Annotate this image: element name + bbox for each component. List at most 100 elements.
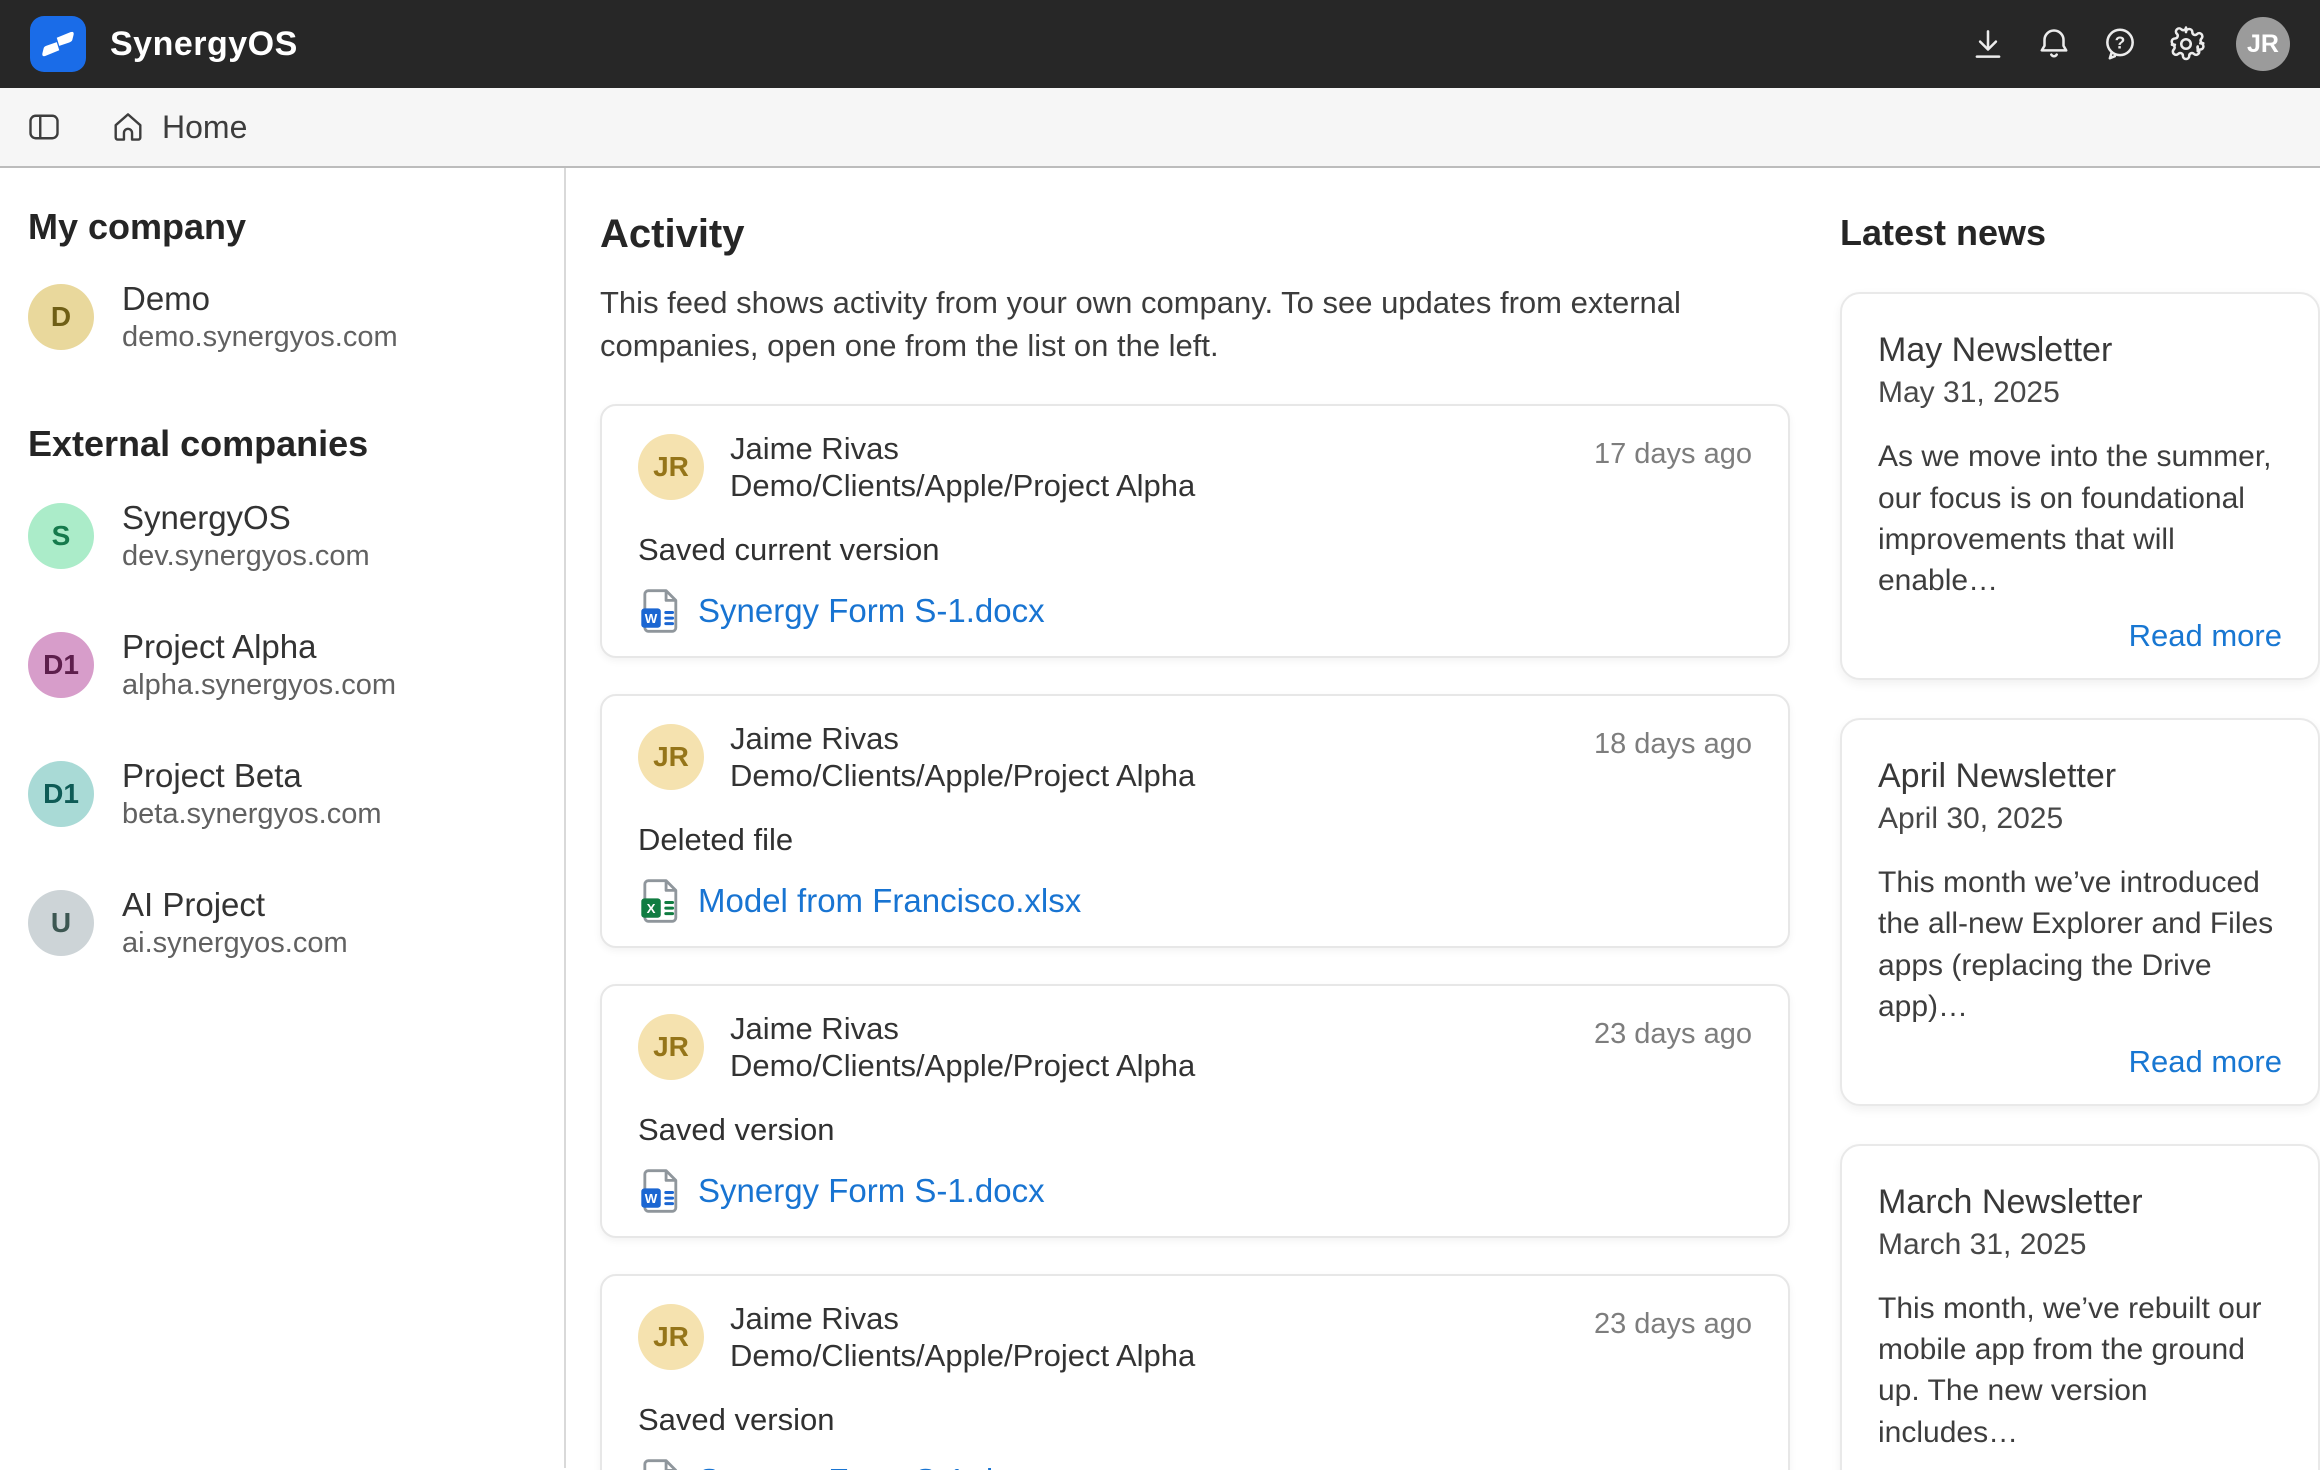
file-path: Demo/Clients/Apple/Project Alpha	[730, 1337, 1195, 1374]
company-domain: ai.synergyos.com	[122, 925, 348, 963]
user-avatar[interactable]: JR	[2236, 17, 2290, 71]
activity-action: Deleted file	[638, 822, 1752, 858]
company-domain: beta.synergyos.com	[122, 796, 382, 834]
news-date: May 31, 2025	[1878, 376, 2282, 410]
file-path: Demo/Clients/Apple/Project Alpha	[730, 757, 1195, 794]
company-text: Demo demo.synergyos.com	[122, 278, 398, 357]
excel-file-icon: X	[638, 878, 680, 924]
sidebar-item-synergyos[interactable]: S SynergyOS dev.synergyos.com	[28, 497, 534, 576]
activity-action: Saved current version	[638, 532, 1752, 568]
settings-button[interactable]	[2160, 18, 2212, 70]
brand: SynergyOS	[30, 16, 298, 72]
file-link[interactable]: Model from Francisco.xlsx	[698, 882, 1081, 920]
timestamp: 18 days ago	[1594, 720, 1752, 761]
file-link[interactable]: Synergy Form S-1.docx	[698, 1462, 1045, 1470]
activity-card: JR Jaime Rivas Demo/Clients/Apple/Projec…	[600, 694, 1790, 948]
activity-author: Jaime Rivas Demo/Clients/Apple/Project A…	[730, 720, 1195, 794]
user-avatar: JR	[638, 434, 704, 500]
author-name: Jaime Rivas	[730, 720, 1195, 757]
svg-text:X: X	[647, 901, 656, 916]
company-text: SynergyOS dev.synergyos.com	[122, 497, 370, 576]
activity-author: Jaime Rivas Demo/Clients/Apple/Project A…	[730, 1300, 1195, 1374]
help-button[interactable]: ?	[2094, 18, 2146, 70]
author-name: Jaime Rivas	[730, 1300, 1195, 1337]
timestamp: 17 days ago	[1594, 430, 1752, 471]
timestamp: 23 days ago	[1594, 1300, 1752, 1341]
file-path: Demo/Clients/Apple/Project Alpha	[730, 1047, 1195, 1084]
company-avatar: D1	[28, 761, 94, 827]
news-title: April Newsletter	[1878, 754, 2282, 798]
sidebar-item-ai-project[interactable]: U AI Project ai.synergyos.com	[28, 884, 534, 963]
news-date: March 31, 2025	[1878, 1228, 2282, 1262]
external-companies-heading: External companies	[28, 423, 534, 465]
breadcrumb-home-label: Home	[162, 109, 247, 146]
help-icon: ?	[2101, 25, 2139, 63]
news-title: March Newsletter	[1878, 1180, 2282, 1224]
activity-description: This feed shows activity from your own c…	[600, 281, 1760, 368]
file-row: X Model from Francisco.xlsx	[638, 878, 1752, 924]
company-name: Demo	[122, 278, 398, 319]
breadcrumb-bar: Home	[0, 88, 2320, 168]
file-row: W Synergy Form S-1.docx	[638, 588, 1752, 634]
activity-heading: Activity	[600, 212, 1790, 257]
sidebar-item-project-beta[interactable]: D1 Project Beta beta.synergyos.com	[28, 755, 534, 834]
news-card-april: April Newsletter April 30, 2025 This mon…	[1840, 718, 2320, 1106]
news-excerpt: This month we’ve introduced the all-new …	[1878, 862, 2282, 1028]
sidebar-toggle-button[interactable]	[26, 109, 62, 145]
word-file-icon: W	[638, 1168, 680, 1214]
activity-card-header: JR Jaime Rivas Demo/Clients/Apple/Projec…	[638, 1300, 1752, 1374]
sidebar-item-project-alpha[interactable]: D1 Project Alpha alpha.synergyos.com	[28, 626, 534, 705]
news-date: April 30, 2025	[1878, 802, 2282, 836]
company-avatar: D1	[28, 632, 94, 698]
company-avatar: D	[28, 284, 94, 350]
latest-news-heading: Latest news	[1840, 212, 2320, 254]
panel-left-icon	[26, 109, 62, 145]
timestamp: 23 days ago	[1594, 1010, 1752, 1051]
activity-card-header: JR Jaime Rivas Demo/Clients/Apple/Projec…	[638, 1010, 1752, 1084]
svg-text:W: W	[645, 611, 658, 626]
notifications-button[interactable]	[2028, 18, 2080, 70]
file-link[interactable]: Synergy Form S-1.docx	[698, 592, 1045, 630]
home-icon	[110, 109, 146, 145]
company-name: SynergyOS	[122, 497, 370, 538]
news-panel: Latest news May Newsletter May 31, 2025 …	[1840, 168, 2320, 1468]
breadcrumb-home[interactable]: Home	[110, 109, 247, 146]
activity-card: JR Jaime Rivas Demo/Clients/Apple/Projec…	[600, 1274, 1790, 1470]
news-card-march: March Newsletter March 31, 2025 This mon…	[1840, 1144, 2320, 1470]
word-file-icon: W	[638, 1458, 680, 1470]
author-name: Jaime Rivas	[730, 430, 1195, 467]
news-excerpt: This month, we’ve rebuilt our mobile app…	[1878, 1288, 2282, 1454]
file-link[interactable]: Synergy Form S-1.docx	[698, 1172, 1045, 1210]
file-row: W Synergy Form S-1.docx	[638, 1458, 1752, 1470]
company-avatar: U	[28, 890, 94, 956]
company-domain: alpha.synergyos.com	[122, 667, 396, 705]
gear-icon	[2167, 25, 2205, 63]
read-more-link[interactable]: Read more	[1878, 618, 2282, 654]
company-name: AI Project	[122, 884, 348, 925]
user-avatar: JR	[638, 1014, 704, 1080]
my-company-heading: My company	[28, 206, 534, 248]
file-path: Demo/Clients/Apple/Project Alpha	[730, 467, 1195, 504]
activity-feed: Activity This feed shows activity from y…	[600, 168, 1790, 1468]
author-name: Jaime Rivas	[730, 1010, 1195, 1047]
svg-text:W: W	[645, 1191, 658, 1206]
company-text: AI Project ai.synergyos.com	[122, 884, 348, 963]
company-domain: demo.synergyos.com	[122, 319, 398, 357]
company-name: Project Beta	[122, 755, 382, 796]
company-name: Project Alpha	[122, 626, 396, 667]
company-domain: dev.synergyos.com	[122, 538, 370, 576]
bell-icon	[2035, 25, 2073, 63]
read-more-link[interactable]: Read more	[1878, 1044, 2282, 1080]
user-avatar: JR	[638, 724, 704, 790]
sidebar-item-demo[interactable]: D Demo demo.synergyos.com	[28, 278, 534, 357]
news-title: May Newsletter	[1878, 328, 2282, 372]
news-excerpt: As we move into the summer, our focus is…	[1878, 436, 2282, 602]
activity-card-header: JR Jaime Rivas Demo/Clients/Apple/Projec…	[638, 430, 1752, 504]
activity-card: JR Jaime Rivas Demo/Clients/Apple/Projec…	[600, 984, 1790, 1238]
app-logo-icon[interactable]	[30, 16, 86, 72]
file-row: W Synergy Form S-1.docx	[638, 1168, 1752, 1214]
top-bar: SynergyOS ? JR	[0, 0, 2320, 88]
activity-card: JR Jaime Rivas Demo/Clients/Apple/Projec…	[600, 404, 1790, 658]
content-area: My company D Demo demo.synergyos.com Ext…	[0, 168, 2320, 1468]
download-button[interactable]	[1962, 18, 2014, 70]
